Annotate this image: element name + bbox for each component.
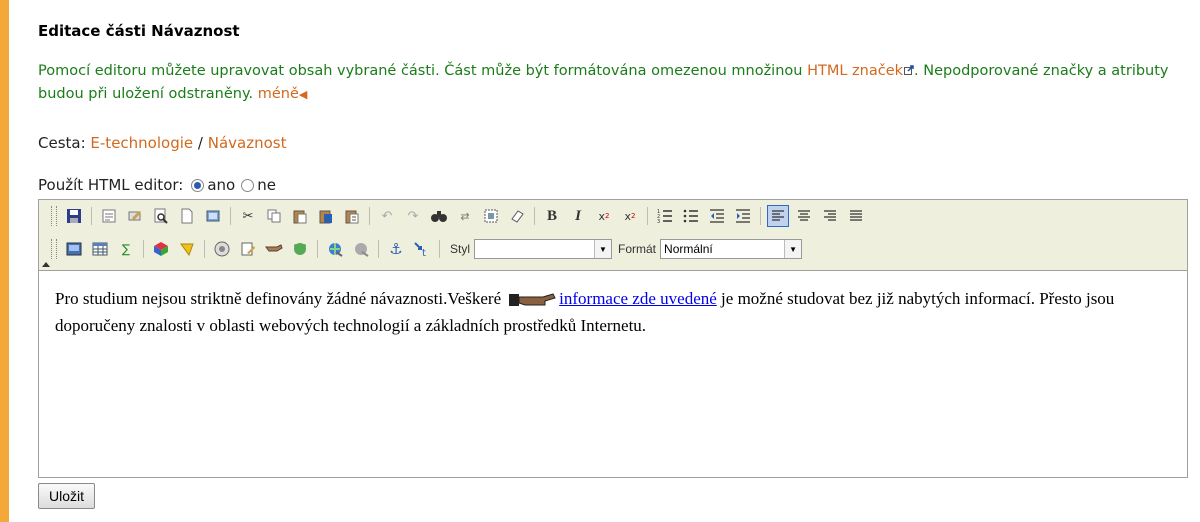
edit-form-icon[interactable] — [237, 238, 259, 260]
pointing-hand-icon — [509, 293, 556, 307]
newpage-edit-icon[interactable] — [124, 205, 146, 227]
html-editor-label: Použít HTML editor: — [38, 176, 184, 194]
align-justify-icon[interactable] — [845, 205, 867, 227]
collapse-arrow-icon: ◀ — [298, 88, 308, 101]
toolbar-separator — [534, 207, 535, 225]
numbered-list-icon[interactable]: 123 — [654, 205, 676, 227]
collapse-toolbar-icon[interactable] — [42, 262, 50, 267]
format-select-value: Normální — [664, 242, 713, 256]
style-label: Styl — [450, 242, 471, 256]
format-select[interactable]: Normální ▼ — [660, 239, 803, 259]
link-icon[interactable] — [324, 238, 346, 260]
left-accent-bar — [0, 0, 9, 522]
breadcrumb: Cesta: E-technologie / Návaznost — [38, 134, 286, 152]
copy-icon[interactable] — [263, 205, 285, 227]
chevron-down-icon[interactable]: ▼ — [594, 240, 612, 258]
help-text: Pomocí editoru můžete upravovat obsah vy… — [38, 60, 1188, 106]
italic-icon[interactable]: I — [567, 205, 589, 227]
toolbar-separator — [317, 240, 318, 258]
breadcrumb-separator: / — [193, 134, 208, 152]
subscript-icon[interactable]: x2 — [593, 205, 615, 227]
help-text-part1: Pomocí editoru můžete upravovat obsah vy… — [38, 63, 808, 79]
toolbar-row-1: ✂ ↶ ↷ ⇄ B I x2 x2 123 — [51, 203, 869, 229]
html-editor: ✂ ↶ ↷ ⇄ B I x2 x2 123 ∑ ⚓ t Styl ▼ Formá… — [38, 199, 1188, 478]
html-editor-toggle: Použít HTML editor: ano ne — [38, 176, 278, 194]
html-tags-link[interactable]: HTML značek — [807, 63, 914, 79]
save-button[interactable]: Uložit — [38, 483, 96, 509]
align-left-icon[interactable] — [767, 205, 789, 227]
media-icon[interactable] — [211, 238, 233, 260]
toolbar-separator — [378, 240, 379, 258]
anchor-icon[interactable]: ⚓ — [385, 238, 407, 260]
external-link-icon — [904, 65, 914, 75]
select-block-icon[interactable] — [480, 205, 502, 227]
paste-text-icon[interactable] — [341, 205, 363, 227]
content-text-1: Pro studium nejsou striktně definovány ž… — [55, 289, 502, 308]
toolbar-grip[interactable] — [51, 206, 57, 226]
content-link[interactable]: informace zde uvedené — [559, 289, 717, 308]
paste-icon[interactable] — [289, 205, 311, 227]
toolbar-separator — [760, 207, 761, 225]
image-icon[interactable] — [63, 238, 85, 260]
paste-word-icon[interactable] — [315, 205, 337, 227]
toolbar-separator — [143, 240, 144, 258]
toolbar-separator — [204, 240, 205, 258]
eraser-icon[interactable] — [506, 205, 528, 227]
radio-ne[interactable] — [241, 178, 255, 192]
undo-icon[interactable]: ↶ — [376, 205, 398, 227]
svg-text:3: 3 — [657, 219, 660, 224]
flash-icon[interactable] — [176, 238, 198, 260]
style-select[interactable]: ▼ — [474, 239, 613, 259]
toolbar-grip[interactable] — [51, 239, 57, 259]
outdent-icon[interactable] — [706, 205, 728, 227]
preview-icon[interactable] — [150, 205, 172, 227]
toolbar-separator — [647, 207, 648, 225]
indent-icon[interactable] — [732, 205, 754, 227]
find-icon[interactable] — [428, 205, 450, 227]
new-page-icon[interactable] — [176, 205, 198, 227]
cut-icon[interactable]: ✂ — [237, 205, 259, 227]
toolbar-separator — [369, 207, 370, 225]
smiley-icon[interactable] — [289, 238, 311, 260]
breadcrumb-label: Cesta: — [38, 134, 91, 152]
superscript-icon[interactable]: x2 — [619, 205, 641, 227]
redo-icon[interactable]: ↷ — [402, 205, 424, 227]
object-icon[interactable] — [150, 238, 172, 260]
replace-icon[interactable]: ⇄ — [454, 205, 476, 227]
save-icon[interactable] — [63, 205, 85, 227]
less-link[interactable]: méně◀ — [258, 86, 308, 102]
radio-ano[interactable] — [191, 178, 205, 192]
remove-anchor-icon[interactable]: t — [411, 238, 433, 260]
formula-icon[interactable]: ∑ — [115, 238, 137, 260]
toolbar-row-2: ∑ ⚓ t Styl ▼ Formát Normální ▼ — [51, 236, 803, 262]
format-label: Formát — [618, 242, 657, 256]
editor-content-area[interactable]: Pro studium nejsou striktně definovány ž… — [39, 271, 1187, 339]
align-right-icon[interactable] — [819, 205, 841, 227]
table-icon[interactable] — [89, 238, 111, 260]
breadcrumb-item-navaznost[interactable]: Návaznost — [208, 134, 287, 152]
select-all-icon[interactable] — [202, 205, 224, 227]
editor-toolbar: ✂ ↶ ↷ ⇄ B I x2 x2 123 ∑ ⚓ t Styl ▼ Formá… — [39, 200, 1187, 271]
templates-icon[interactable] — [98, 205, 120, 227]
toolbar-separator — [91, 207, 92, 225]
toolbar-separator — [439, 240, 440, 258]
bold-icon[interactable]: B — [541, 205, 563, 227]
radio-ano-label: ano — [207, 176, 236, 194]
align-center-icon[interactable] — [793, 205, 815, 227]
toolbar-separator — [230, 207, 231, 225]
page-title: Editace části Návaznost — [38, 22, 240, 40]
radio-ne-label: ne — [257, 176, 276, 194]
unlink-icon[interactable] — [350, 238, 372, 260]
breadcrumb-item-e-technologie[interactable]: E-technologie — [90, 134, 193, 152]
bullet-list-icon[interactable] — [680, 205, 702, 227]
hand-icon[interactable] — [263, 238, 285, 260]
svg-text:t: t — [422, 248, 426, 257]
chevron-down-icon[interactable]: ▼ — [784, 240, 802, 258]
